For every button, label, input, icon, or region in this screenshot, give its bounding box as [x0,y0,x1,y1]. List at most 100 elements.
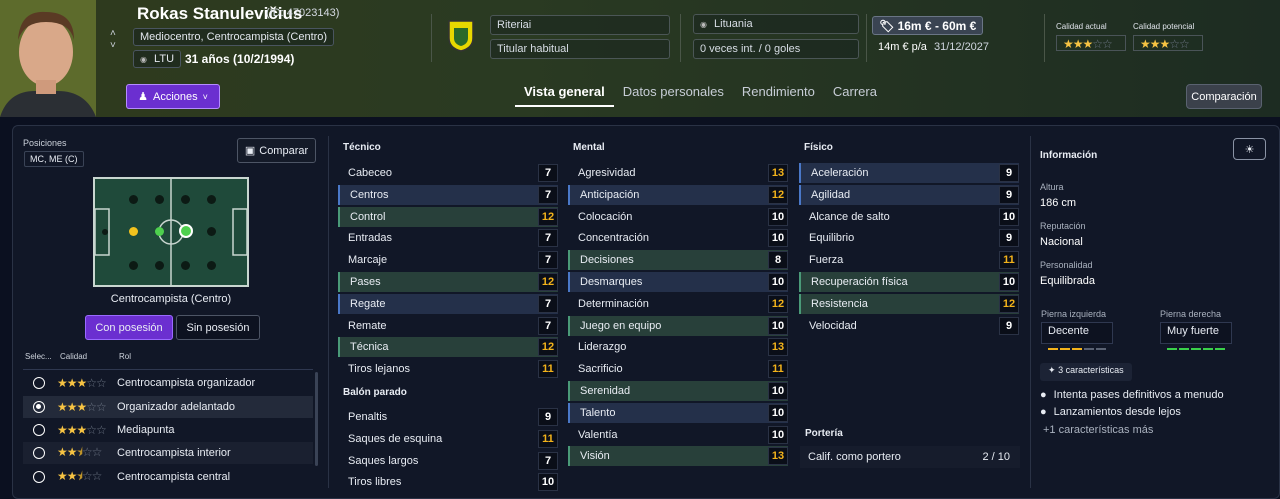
attribute-row[interactable]: Decisiones 8 [568,250,788,271]
attribute-row[interactable]: Agresividad 13 [568,163,788,183]
pitch-slot [155,195,164,204]
more-traits-link[interactable]: +1 características más [1043,424,1153,436]
attribute-value: 9 [999,316,1019,335]
attribute-row[interactable]: Anticipación 12 [568,184,788,205]
column-divider [328,136,329,488]
role-radio[interactable] [33,424,45,436]
attribute-row[interactable]: Resistencia 12 [799,293,1019,314]
roles-divider [23,369,313,370]
role-stars: ★★⯨☆☆ [57,444,102,459]
chevron-up-icon[interactable]: ˄ [110,28,116,39]
tab-carrera[interactable]: Carrera [824,81,886,107]
attribute-name: Velocidad [809,319,857,332]
left-foot-value: Decente [1048,325,1089,337]
attribute-value: 13 [768,447,788,466]
attribute-row[interactable]: Penaltis 9 [338,407,558,427]
attribute-row[interactable]: Centros 7 [338,184,558,205]
club-name[interactable]: Riteriai [490,15,670,35]
role-row[interactable]: ★★⯨☆☆ Centrocampista central [23,466,313,488]
attribute-row[interactable]: Saques de esquina 11 [338,429,558,449]
attribute-row[interactable]: Sacrificio 11 [568,359,788,379]
attribute-name: Tiros lejanos [348,363,410,376]
attribute-row[interactable]: Aceleración 9 [799,163,1019,183]
attribute-value: 11 [999,251,1019,270]
attribute-row[interactable]: Serenidad 10 [568,381,788,401]
attribute-name: Desmarques [580,276,643,288]
attribute-row[interactable]: Concentración 10 [568,228,788,248]
chevron-down-icon: ˅ [202,91,208,102]
tab-datos-personales[interactable]: Datos personales [614,81,733,107]
attribute-row[interactable]: Alcance de salto 10 [799,207,1019,227]
role-name: Organizador adelantado [117,401,236,413]
pitch-lines [95,179,247,285]
attribute-row[interactable]: Saques largos 7 [338,451,558,471]
porteria-title: Portería [805,428,843,439]
chevron-down-icon[interactable]: ˅ [110,40,116,51]
attribute-row[interactable]: Valentía 10 [568,425,788,445]
attribute-row[interactable]: Marcaje 7 [338,250,558,270]
attribute-row[interactable]: Pases 12 [338,272,558,292]
role-row[interactable]: ★★★☆☆ Mediapunta [23,419,313,441]
attribute-value: 12 [538,207,558,226]
right-foot-value: Muy fuerte [1167,325,1219,337]
club-badge[interactable] [446,18,476,52]
traits-chip[interactable]: ✦ 3 características [1040,363,1132,381]
attribute-row[interactable]: Entradas 7 [338,228,558,248]
compare-button[interactable]: ▣ Comparar [237,138,316,163]
attribute-row[interactable]: Talento 10 [568,402,788,423]
role-radio[interactable] [33,377,45,389]
attribute-row[interactable]: Remate 7 [338,316,558,336]
value-badge: 🏷 16m € - 60m € [872,16,984,35]
role-radio[interactable] [33,401,45,413]
trait-item: ● Lanzamientos desde lejos [1040,406,1181,418]
with-ball-button[interactable]: Con posesión [85,315,173,340]
attribute-row[interactable]: Técnica 12 [338,337,558,358]
caps-goals: 0 veces int. / 0 goles [693,39,859,59]
attribute-row[interactable]: Fuerza 11 [799,250,1019,270]
attribute-row[interactable]: Tiros libres 10 [338,472,558,492]
attribute-name: Determinación [578,297,649,310]
attribute-row[interactable]: Recuperación física 10 [799,272,1019,292]
without-ball-button[interactable]: Sin posesión [176,315,260,340]
role-row[interactable]: ★★⯨☆☆ Centrocampista interior [23,442,313,464]
attribute-row[interactable]: Control 12 [338,206,558,227]
info-toggle-button[interactable]: ☀ [1233,138,1266,160]
attribute-row[interactable]: Regate 7 [338,293,558,314]
roles-scrollbar[interactable] [315,372,318,466]
attribute-row[interactable]: Equilibrio 9 [799,228,1019,248]
left-foot-chip: Decente [1041,322,1113,350]
attribute-name: Valentía [578,428,618,441]
nation-chip[interactable]: ◉ Lituania [693,14,859,34]
attribute-name: Sacrificio [578,363,623,376]
attribute-value: 9 [538,408,558,426]
comparison-button[interactable]: Comparación [1186,84,1262,109]
player-header: ˄ ˅ Rokas Stanulevičius (ID: 47023143) M… [0,0,1280,117]
role-row[interactable]: ★★★☆☆ Centrocampista organizador [23,372,313,394]
tecnico-title: Técnico [343,142,381,153]
attribute-row[interactable]: Juego en equipo 10 [568,315,788,336]
attribute-row[interactable]: Agilidad 9 [799,184,1019,205]
attribute-name: Concentración [578,232,649,245]
role-row-selected[interactable]: ★★★☆☆ Organizador adelantado [23,396,313,418]
info-title: Información [1040,150,1098,161]
attribute-row[interactable]: Tiros lejanos 11 [338,359,558,379]
attribute-value: 13 [768,338,788,357]
attribute-row[interactable]: Liderazgo 13 [568,337,788,357]
tab-vista-general[interactable]: Vista general [515,81,614,107]
tab-rendimiento[interactable]: Rendimiento [733,81,824,107]
role-radio[interactable] [33,447,45,459]
porteria-value: 2 / 10 [982,451,1010,463]
attribute-value: 10 [768,316,788,335]
attribute-row[interactable]: Cabeceo 7 [338,163,558,183]
attribute-row[interactable]: Colocación 10 [568,207,788,227]
attribute-row[interactable]: Velocidad 9 [799,316,1019,336]
attribute-row[interactable]: Determinación 12 [568,294,788,314]
attribute-row[interactable]: Desmarques 10 [568,272,788,292]
attribute-name: Colocación [578,210,633,223]
role-radio[interactable] [33,471,45,483]
attribute-row[interactable]: Visión 13 [568,446,788,467]
bullet-icon: ● [1040,389,1047,401]
actions-button[interactable]: ♟ Acciones ˅ [126,84,220,109]
attribute-name: Regate [350,297,386,310]
pitch-slot [207,261,216,270]
